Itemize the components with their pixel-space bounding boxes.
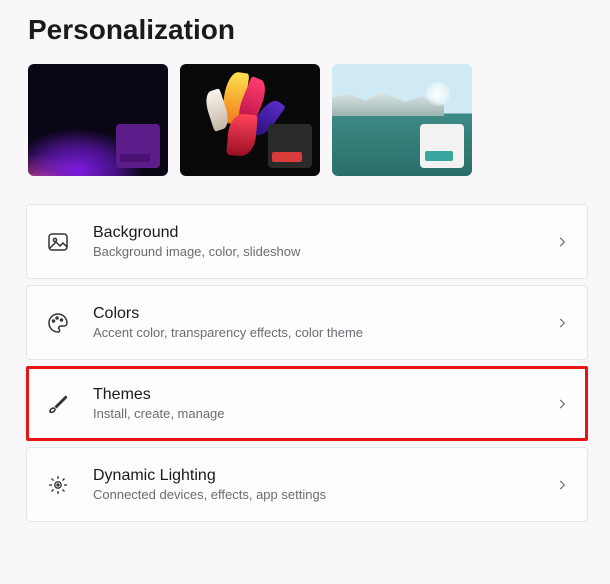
lighting-icon <box>45 472 71 498</box>
settings-cards: Background Background image, color, slid… <box>26 204 588 522</box>
colors-subtitle: Accent color, transparency effects, colo… <box>93 325 555 340</box>
background-subtitle: Background image, color, slideshow <box>93 244 555 259</box>
background-card[interactable]: Background Background image, color, slid… <box>26 204 588 279</box>
dynamic-lighting-subtitle: Connected devices, effects, app settings <box>93 487 555 502</box>
chevron-right-icon <box>555 235 569 249</box>
image-icon <box>45 229 71 255</box>
theme-option-3[interactable] <box>332 64 472 176</box>
palette-icon <box>45 310 71 336</box>
page-title: Personalization <box>28 14 610 46</box>
chevron-right-icon <box>555 478 569 492</box>
colors-title: Colors <box>93 305 555 323</box>
chevron-right-icon <box>555 397 569 411</box>
colors-card[interactable]: Colors Accent color, transparency effect… <box>26 285 588 360</box>
theme-thumbnails-row <box>28 64 610 176</box>
background-title: Background <box>93 224 555 242</box>
theme-option-2[interactable] <box>180 64 320 176</box>
themes-subtitle: Install, create, manage <box>93 406 555 421</box>
themes-card[interactable]: Themes Install, create, manage <box>26 366 588 441</box>
brush-icon <box>45 391 71 417</box>
chevron-right-icon <box>555 316 569 330</box>
theme-option-1[interactable] <box>28 64 168 176</box>
themes-title: Themes <box>93 386 555 404</box>
dynamic-lighting-card[interactable]: Dynamic Lighting Connected devices, effe… <box>26 447 588 522</box>
dynamic-lighting-title: Dynamic Lighting <box>93 467 555 485</box>
